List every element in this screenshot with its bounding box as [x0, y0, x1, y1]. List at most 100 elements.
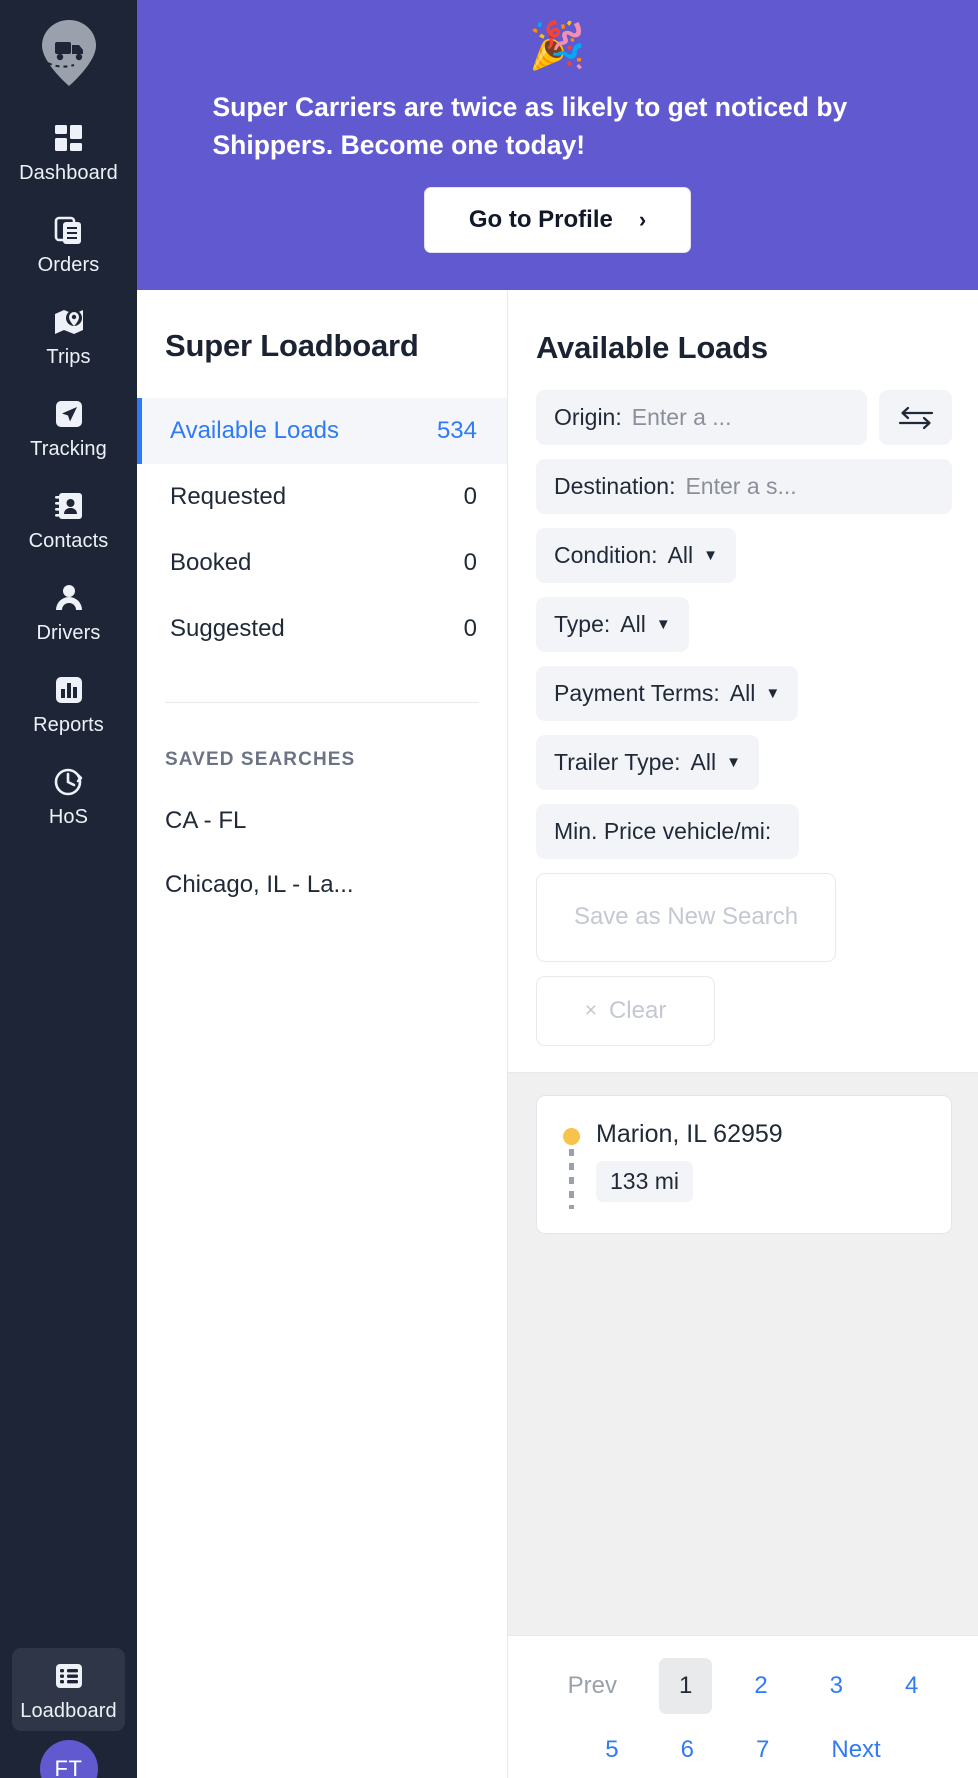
available-loads-title: Available Loads: [536, 330, 768, 365]
tab-requested[interactable]: Requested 0: [137, 464, 507, 530]
chevron-right-icon: ›: [638, 206, 647, 232]
load-details: Marion, IL 62959 133 mi: [596, 1120, 783, 1209]
drivers-icon: [52, 581, 86, 615]
sidebar-item-hos[interactable]: HoS: [12, 754, 125, 837]
route-indicator: [563, 1120, 580, 1209]
load-origin-city: Marion, IL 62959: [596, 1119, 783, 1148]
party-popper-icon: 🎉: [528, 19, 587, 71]
clear-filters-button[interactable]: × Clear: [536, 975, 715, 1046]
app-logo[interactable]: [38, 18, 100, 88]
sidebar-item-trips[interactable]: Trips: [12, 294, 125, 377]
tab-count: 534: [436, 417, 477, 444]
save-as-new-search-button[interactable]: Save as New Search: [536, 873, 836, 962]
page-title: Super Loadboard: [165, 328, 419, 363]
go-to-profile-label: Go to Profile: [468, 205, 613, 233]
pagination-page-7[interactable]: 7: [736, 1722, 789, 1778]
sidebar-footer: Loadboard FT: [0, 1648, 137, 1778]
type-filter[interactable]: Type: All ▼: [536, 597, 689, 652]
close-icon: ×: [584, 998, 597, 1022]
pagination-page-6[interactable]: 6: [661, 1722, 714, 1778]
hos-icon: [52, 765, 86, 799]
condition-filter[interactable]: Condition: All ▼: [536, 528, 736, 583]
pagination-next[interactable]: Next: [811, 1722, 900, 1778]
tab-available-loads[interactable]: Available Loads 534: [137, 398, 507, 464]
results-list: Marion, IL 62959 133 mi: [508, 1071, 978, 1635]
load-card[interactable]: Marion, IL 62959 133 mi: [536, 1094, 952, 1234]
tab-count: 0: [463, 615, 477, 642]
tab-label: Suggested: [170, 615, 285, 642]
saved-search-item[interactable]: CA - FL: [137, 771, 507, 835]
sidebar-item-orders[interactable]: Orders: [12, 202, 125, 285]
promo-banner: 🎉 Super Carriers are twice as likely to …: [137, 0, 978, 290]
sidebar-item-dashboard[interactable]: Dashboard: [12, 110, 125, 193]
trailer-type-label: Trailer Type:: [554, 749, 681, 775]
super-loadboard-pane: Super Loadboard Available Loads 534 Requ…: [137, 290, 508, 1778]
origin-value: Enter a ...: [631, 404, 732, 430]
sidebar-item-label: Dashboard: [19, 162, 118, 184]
sidebar-item-loadboard[interactable]: Loadboard: [12, 1648, 125, 1731]
origin-row: Origin: Enter a ...: [536, 390, 952, 445]
min-price-filter[interactable]: Min. Price vehicle/mi:: [536, 804, 800, 859]
tab-label: Available Loads: [170, 417, 340, 444]
sidebar-item-label: Trips: [46, 346, 91, 368]
available-loads-pane: Available Loads Origin: Enter a ... Dest…: [508, 290, 978, 1778]
sidebar-item-label: Drivers: [36, 622, 101, 644]
pagination: Prev 1 2 3 4 5 6 7 Next: [508, 1635, 978, 1778]
tab-booked[interactable]: Booked 0: [137, 530, 507, 596]
reports-icon: [52, 673, 86, 707]
app-root: Dashboard Orders Trips Tracking Contacts…: [0, 0, 978, 1778]
tracking-icon: [52, 397, 86, 431]
filters-section: Available Loads Origin: Enter a ... Dest…: [508, 290, 978, 1072]
trips-icon: [52, 305, 86, 339]
sidebar-item-label: HoS: [48, 806, 89, 828]
condition-value: All: [667, 542, 694, 568]
orders-icon: [52, 213, 86, 247]
chevron-down-icon: ▼: [703, 547, 718, 564]
sidebar-item-label: Loadboard: [20, 1700, 117, 1722]
sidebar-item-contacts[interactable]: Contacts: [12, 478, 125, 561]
pagination-page-5[interactable]: 5: [585, 1722, 638, 1778]
pagination-page-3[interactable]: 3: [810, 1658, 863, 1714]
tab-suggested[interactable]: Suggested 0: [137, 596, 507, 662]
truck-logo-icon: [38, 18, 100, 88]
saved-searches-header: SAVED SEARCHES: [165, 749, 356, 770]
type-value: All: [620, 611, 646, 637]
avatar[interactable]: FT: [39, 1740, 98, 1778]
payment-terms-filter[interactable]: Payment Terms: All ▼: [536, 666, 799, 721]
tab-count: 0: [463, 483, 477, 510]
destination-value: Enter a s...: [685, 473, 797, 499]
destination-filter[interactable]: Destination: Enter a s...: [536, 459, 952, 514]
sidebar-item-tracking[interactable]: Tracking: [12, 386, 125, 469]
route-dashed-line: [569, 1148, 574, 1209]
condition-label: Condition:: [554, 542, 658, 568]
origin-filter[interactable]: Origin: Enter a ...: [536, 390, 867, 445]
pagination-prev[interactable]: Prev: [548, 1658, 637, 1714]
saved-search-item[interactable]: Chicago, IL - La...: [137, 835, 507, 899]
type-label: Type:: [554, 611, 611, 637]
min-price-label: Min. Price vehicle/mi:: [554, 818, 772, 844]
filter-list: Origin: Enter a ... Destination: Enter a…: [536, 390, 978, 859]
panes: Super Loadboard Available Loads 534 Requ…: [137, 290, 978, 1778]
chevron-down-icon: ▼: [726, 754, 741, 771]
go-to-profile-button[interactable]: Go to Profile ›: [423, 186, 692, 253]
sidebar-item-reports[interactable]: Reports: [12, 662, 125, 745]
sidebar-item-label: Contacts: [28, 530, 109, 552]
trailer-type-value: All: [690, 749, 717, 775]
sidebar-item-label: Orders: [37, 254, 100, 276]
swap-arrows-icon[interactable]: [879, 390, 952, 445]
origin-dot-icon: [563, 1127, 580, 1145]
load-distance-badge: 133 mi: [596, 1160, 694, 1202]
pagination-page-4[interactable]: 4: [885, 1658, 938, 1714]
sidebar: Dashboard Orders Trips Tracking Contacts…: [0, 0, 137, 1778]
promo-message: Super Carriers are twice as likely to ge…: [212, 92, 848, 161]
trailer-type-filter[interactable]: Trailer Type: All ▼: [536, 735, 759, 790]
payment-terms-label: Payment Terms:: [554, 680, 720, 706]
sidebar-item-drivers[interactable]: Drivers: [12, 570, 125, 653]
payment-terms-value: All: [729, 680, 756, 706]
pagination-page-1[interactable]: 1: [658, 1658, 713, 1714]
chevron-down-icon: ▼: [655, 616, 671, 633]
destination-label: Destination:: [554, 473, 676, 499]
contacts-icon: [52, 489, 86, 523]
sidebar-item-label: Reports: [33, 714, 104, 736]
pagination-page-2[interactable]: 2: [734, 1658, 787, 1714]
